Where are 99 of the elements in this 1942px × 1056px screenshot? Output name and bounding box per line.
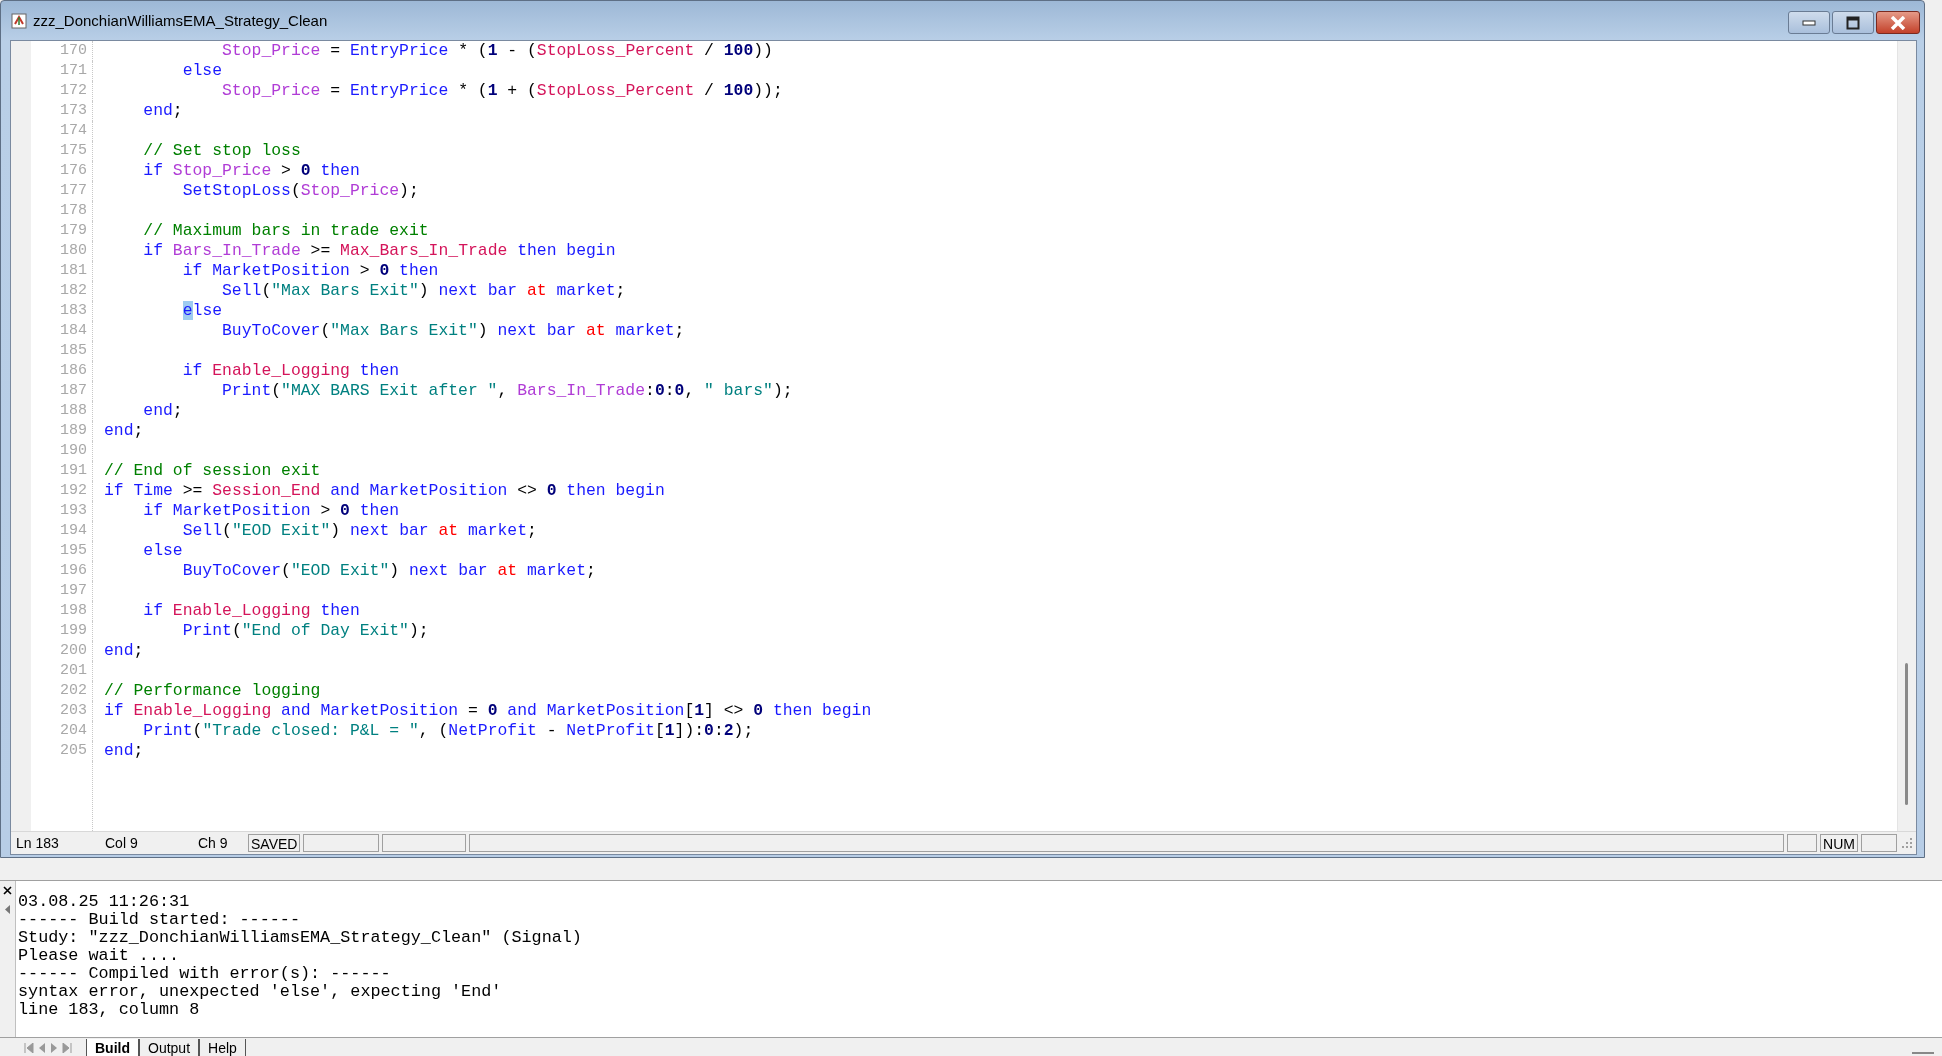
line-number: 191 bbox=[31, 461, 93, 481]
scrollbar-thumb[interactable] bbox=[1905, 663, 1908, 805]
previous-icon[interactable] bbox=[38, 1043, 46, 1053]
line-number: 176 bbox=[31, 161, 93, 181]
maximize-icon bbox=[1846, 15, 1860, 30]
resize-grip-icon[interactable] bbox=[1900, 836, 1914, 850]
code-line: end; bbox=[103, 421, 144, 441]
code-line: Sell("EOD Exit") next bar at market; bbox=[181, 521, 537, 541]
maximize-button[interactable] bbox=[1832, 11, 1874, 34]
line-number: 185 bbox=[31, 341, 93, 361]
code-line: Sell("Max Bars Exit") next bar at market; bbox=[221, 281, 626, 301]
close-icon bbox=[1890, 15, 1906, 30]
status-text: Ln 183 bbox=[15, 834, 60, 852]
next-icon[interactable] bbox=[50, 1043, 58, 1053]
line-number: 181 bbox=[31, 261, 93, 281]
line-number: 170 bbox=[31, 41, 93, 61]
output-line: Study: "zzz_DonchianWilliamsEMA_Strategy_Clean" (Signal) bbox=[18, 929, 583, 947]
line-number: 179 bbox=[31, 221, 93, 241]
code-line: if Enable_Logging then bbox=[142, 601, 360, 621]
code-line: // Set stop loss bbox=[142, 141, 301, 161]
line-number: 190 bbox=[31, 441, 93, 461]
code-line: if MarketPosition > 0 then bbox=[181, 261, 439, 281]
output-line: line 183, column 8 bbox=[18, 1001, 201, 1019]
first-page-icon[interactable] bbox=[24, 1043, 34, 1053]
panel-tab[interactable]: Help bbox=[199, 1039, 246, 1056]
line-number: 180 bbox=[31, 241, 93, 261]
line-number: 197 bbox=[31, 581, 93, 601]
window-title: zzz_DonchianWilliamsEMA_Strategy_Clean bbox=[33, 12, 329, 29]
code-line: if Enable_Logging and MarketPosition = 0 and MarketPosition[1] <> 0 then begin bbox=[103, 701, 872, 721]
status-text: Ch 9 bbox=[197, 834, 229, 852]
code-line: end; bbox=[142, 101, 183, 121]
close-button[interactable] bbox=[1876, 11, 1920, 34]
status-panel: SAVED bbox=[248, 834, 301, 852]
line-number: 204 bbox=[31, 721, 93, 741]
line-number: 183 bbox=[31, 301, 93, 321]
line-number: 199 bbox=[31, 621, 93, 641]
code-line: Stop_Price = EntryPrice * (1 - (StopLoss_Percent / 100)) bbox=[221, 41, 773, 61]
line-number: 196 bbox=[31, 561, 93, 581]
line-number: 193 bbox=[31, 501, 93, 521]
panel-tab[interactable]: Build bbox=[86, 1039, 139, 1056]
line-number: 184 bbox=[31, 321, 93, 341]
output-line: ------ Build started: ------ bbox=[18, 911, 301, 929]
line-number: 187 bbox=[31, 381, 93, 401]
line-number: 178 bbox=[31, 201, 93, 221]
panel-tab[interactable]: Output bbox=[139, 1039, 200, 1056]
code-line: SetStopLoss(Stop_Price); bbox=[181, 181, 419, 201]
code-line: // Maximum bars in trade exit bbox=[142, 221, 429, 241]
code-line: if Time >= Session_End and MarketPosition <> 0 then begin bbox=[103, 481, 665, 501]
line-number: 182 bbox=[31, 281, 93, 301]
code-line: end; bbox=[103, 741, 144, 761]
line-number: 201 bbox=[31, 661, 93, 681]
code-line: else bbox=[142, 541, 183, 561]
status-text: Col 9 bbox=[104, 834, 139, 852]
line-number: 186 bbox=[31, 361, 93, 381]
code-line: Print("Trade closed: P&L = ", (NetProfit - NetProfit[1]):0:2); bbox=[142, 721, 754, 741]
code-line: else bbox=[181, 61, 223, 81]
output-line: ------ Compiled with error(s): ------ bbox=[18, 965, 392, 983]
output-line: 03.08.25 11:26:31 bbox=[18, 893, 191, 911]
code-line: // End of session exit bbox=[103, 461, 321, 481]
minimize-icon bbox=[1802, 19, 1816, 26]
line-number: 205 bbox=[31, 741, 93, 761]
code-line: if Stop_Price > 0 then bbox=[142, 161, 360, 181]
line-number: 174 bbox=[31, 121, 93, 141]
code-line: if Enable_Logging then bbox=[181, 361, 400, 381]
output-line: syntax error, unexpected 'else', expecting 'End' bbox=[18, 983, 503, 1001]
line-number: 203 bbox=[31, 701, 93, 721]
close-icon[interactable] bbox=[3, 886, 12, 895]
line-number: 192 bbox=[31, 481, 93, 501]
code-line: if MarketPosition > 0 then bbox=[142, 501, 400, 521]
minimize-button[interactable] bbox=[1788, 11, 1830, 34]
status-panel: NUM bbox=[1820, 834, 1858, 852]
code-line: Stop_Price = EntryPrice * (1 + (StopLoss_Percent / 100)); bbox=[221, 81, 783, 101]
code-line: end; bbox=[103, 641, 144, 661]
line-number: 188 bbox=[31, 401, 93, 421]
left-arrow-icon[interactable] bbox=[5, 905, 10, 914]
line-number: 195 bbox=[31, 541, 93, 561]
code-line: BuyToCover("Max Bars Exit") next bar at market; bbox=[221, 321, 685, 341]
code-line: // Performance logging bbox=[103, 681, 321, 701]
line-number: 200 bbox=[31, 641, 93, 661]
last-page-icon[interactable] bbox=[62, 1043, 72, 1053]
line-number: 172 bbox=[31, 81, 93, 101]
code-line: else bbox=[181, 301, 223, 321]
line-number: 202 bbox=[31, 681, 93, 701]
status-panel bbox=[1787, 834, 1818, 852]
status-panel bbox=[1861, 834, 1897, 852]
line-number: 198 bbox=[31, 601, 93, 621]
line-number: 173 bbox=[31, 101, 93, 121]
line-number: 171 bbox=[31, 61, 93, 81]
line-number: 175 bbox=[31, 141, 93, 161]
code-line: Print("MAX BARS Exit after ", Bars_In_Trade:0:0, " bars"); bbox=[221, 381, 793, 401]
code-line: end; bbox=[142, 401, 183, 421]
line-number: 177 bbox=[31, 181, 93, 201]
line-number: 194 bbox=[31, 521, 93, 541]
code-line: if Bars_In_Trade >= Max_Bars_In_Trade then begin bbox=[142, 241, 616, 261]
code-line: Print("End of Day Exit"); bbox=[181, 621, 429, 641]
output-line: Please wait .... bbox=[18, 947, 181, 965]
line-number: 189 bbox=[31, 421, 93, 441]
app-icon bbox=[11, 12, 27, 29]
code-line: BuyToCover("EOD Exit") next bar at market; bbox=[181, 561, 596, 581]
